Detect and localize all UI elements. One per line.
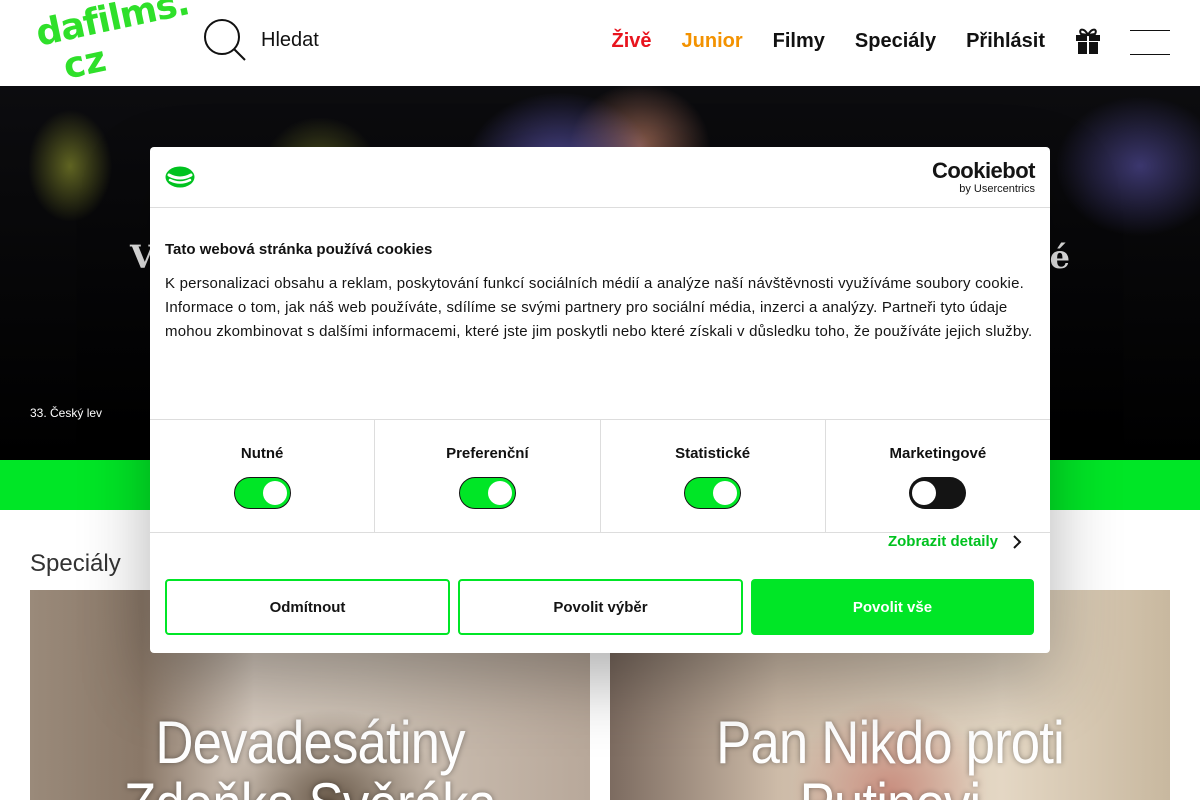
- toggle-label: Preferenční: [446, 445, 529, 462]
- decline-button[interactable]: Odmítnout: [165, 579, 450, 635]
- toggle-preferences: Preferenční: [375, 420, 601, 532]
- cookiebot-logo-icon: [165, 166, 195, 188]
- cookie-dialog-text: K personalizaci obsahu a reklam, poskyto…: [165, 275, 1033, 340]
- toggle-label: Statistické: [675, 445, 751, 462]
- preferences-switch[interactable]: [458, 477, 516, 509]
- necessary-switch[interactable]: [233, 477, 291, 509]
- toggle-label: Nutné: [240, 445, 284, 462]
- show-details-label: Zobrazit detaily: [887, 533, 998, 550]
- cookie-actions: Odmítnout Povolit výběr Povolit vše: [165, 579, 1034, 635]
- toggle-marketing: Marketingové: [826, 420, 1050, 532]
- cookiebot-brand-name: Cookiebot: [931, 158, 1036, 183]
- cookie-consent-dialog: Cookiebot by Usercentrics Tato webová st…: [150, 147, 1050, 653]
- cookie-category-toggles: Nutné Preferenční Statistické Marketingo…: [150, 419, 1050, 533]
- toggle-necessary: Nutné: [150, 420, 376, 532]
- cookie-dialog-title: Tato webová stránka používá cookies: [165, 241, 433, 258]
- chevron-right-icon: [1013, 534, 1022, 549]
- cookie-dialog-body: Tato webová stránka používá cookies K pe…: [150, 208, 1050, 397]
- allow-all-button[interactable]: Povolit vše: [751, 579, 1034, 635]
- allow-selection-button[interactable]: Povolit výběr: [458, 579, 743, 635]
- marketing-switch[interactable]: [909, 477, 967, 509]
- toggle-statistics: Statistické: [601, 420, 826, 532]
- cookiebot-brand-sub: by Usercentrics: [959, 183, 1035, 195]
- show-details-link[interactable]: Zobrazit detaily: [888, 533, 1022, 550]
- toggle-label: Marketingové: [889, 445, 987, 462]
- cookiebot-brand[interactable]: Cookiebot by Usercentrics: [931, 158, 1036, 196]
- cookie-dialog-header: Cookiebot by Usercentrics: [150, 147, 1050, 208]
- statistics-switch[interactable]: [684, 477, 742, 509]
